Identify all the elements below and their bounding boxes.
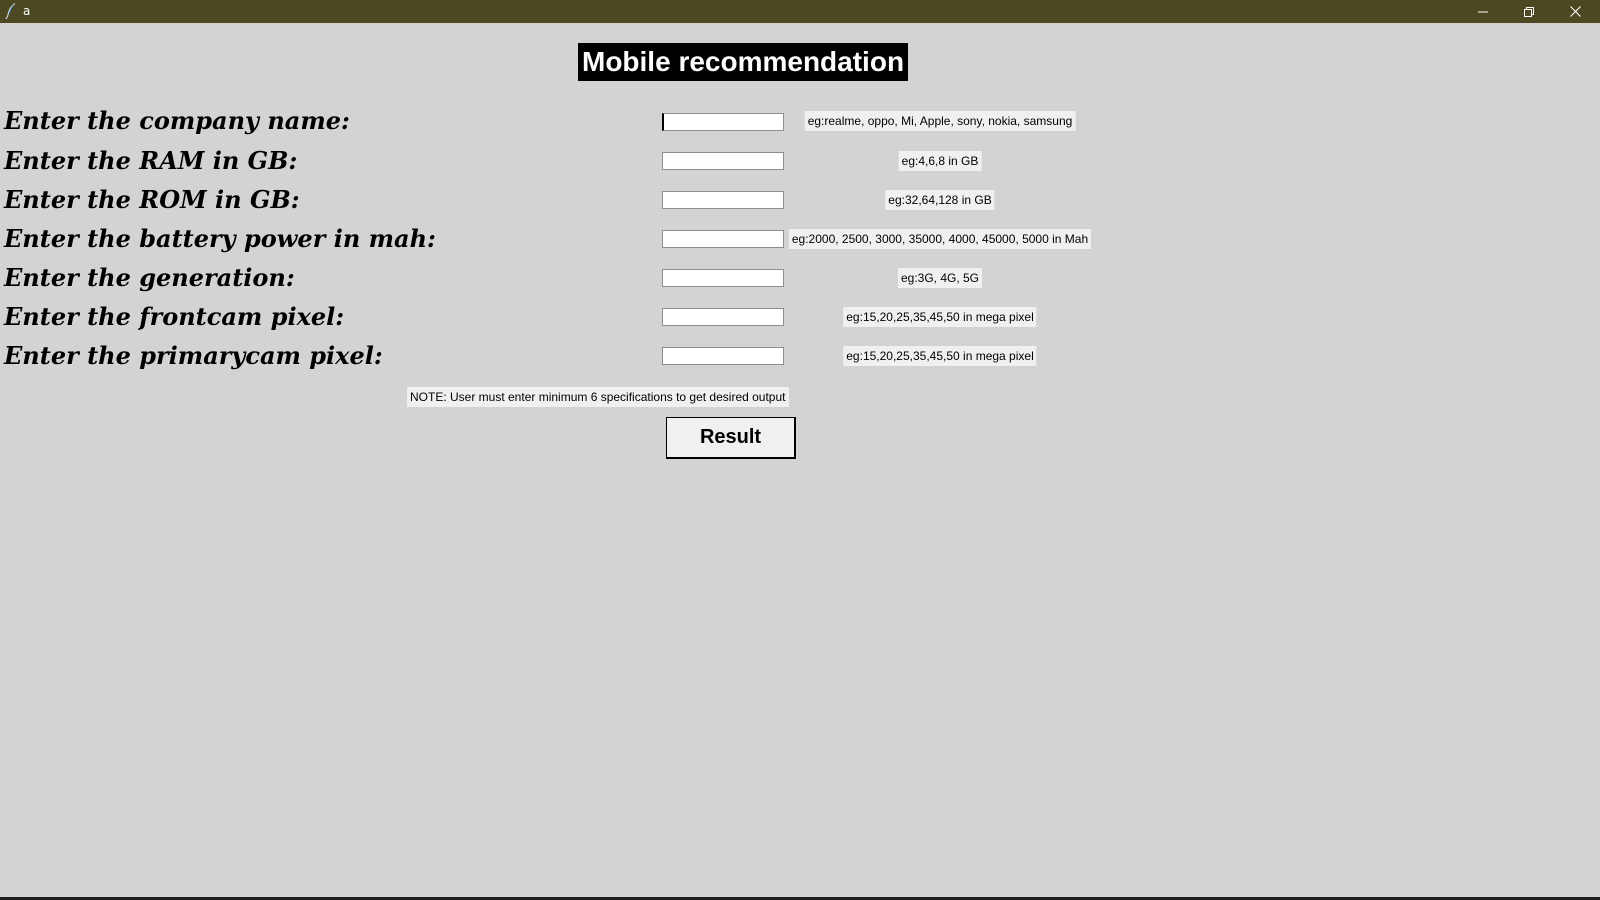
- primarycam-input[interactable]: [662, 347, 784, 365]
- feather-icon: [4, 2, 18, 20]
- battery-input[interactable]: [662, 230, 784, 248]
- rom-hint: eg:32,64,128 in GB: [885, 190, 995, 210]
- primarycam-hint: eg:15,20,25,35,45,50 in mega pixel: [843, 346, 1037, 366]
- rom-input[interactable]: [662, 191, 784, 209]
- frontcam-input[interactable]: [662, 308, 784, 326]
- frontcam-label: Enter the frontcam pixel:: [4, 302, 345, 331]
- company-name-input[interactable]: [662, 113, 784, 131]
- rom-label: Enter the ROM in GB:: [4, 185, 300, 214]
- ram-input[interactable]: [662, 152, 784, 170]
- note-text: NOTE: User must enter minimum 6 specific…: [407, 387, 789, 407]
- minimize-icon: [1478, 2, 1488, 21]
- restore-icon: [1524, 2, 1534, 21]
- generation-input[interactable]: [662, 269, 784, 287]
- close-button[interactable]: [1552, 0, 1598, 23]
- window-title: a: [23, 4, 31, 18]
- close-icon: [1569, 2, 1581, 21]
- frontcam-hint: eg:15,20,25,35,45,50 in mega pixel: [843, 307, 1037, 327]
- company-name-label: Enter the company name:: [4, 106, 350, 135]
- page-title: Mobile recommendation: [578, 43, 909, 81]
- restore-button[interactable]: [1506, 0, 1552, 23]
- company-name-hint: eg:realme, oppo, Mi, Apple, sony, nokia,…: [804, 111, 1076, 131]
- generation-hint: eg:3G, 4G, 5G: [897, 268, 983, 288]
- title-bar[interactable]: a: [0, 0, 1600, 23]
- battery-hint: eg:2000, 2500, 3000, 35000, 4000, 45000,…: [788, 229, 1092, 249]
- minimize-button[interactable]: [1460, 0, 1506, 23]
- result-button[interactable]: Result: [666, 417, 796, 459]
- ram-hint: eg:4,6,8 in GB: [898, 151, 982, 171]
- battery-label: Enter the battery power in mah:: [4, 224, 436, 253]
- ram-label: Enter the RAM in GB:: [4, 146, 298, 175]
- generation-label: Enter the generation:: [4, 263, 295, 292]
- primarycam-label: Enter the primarycam pixel:: [4, 341, 383, 370]
